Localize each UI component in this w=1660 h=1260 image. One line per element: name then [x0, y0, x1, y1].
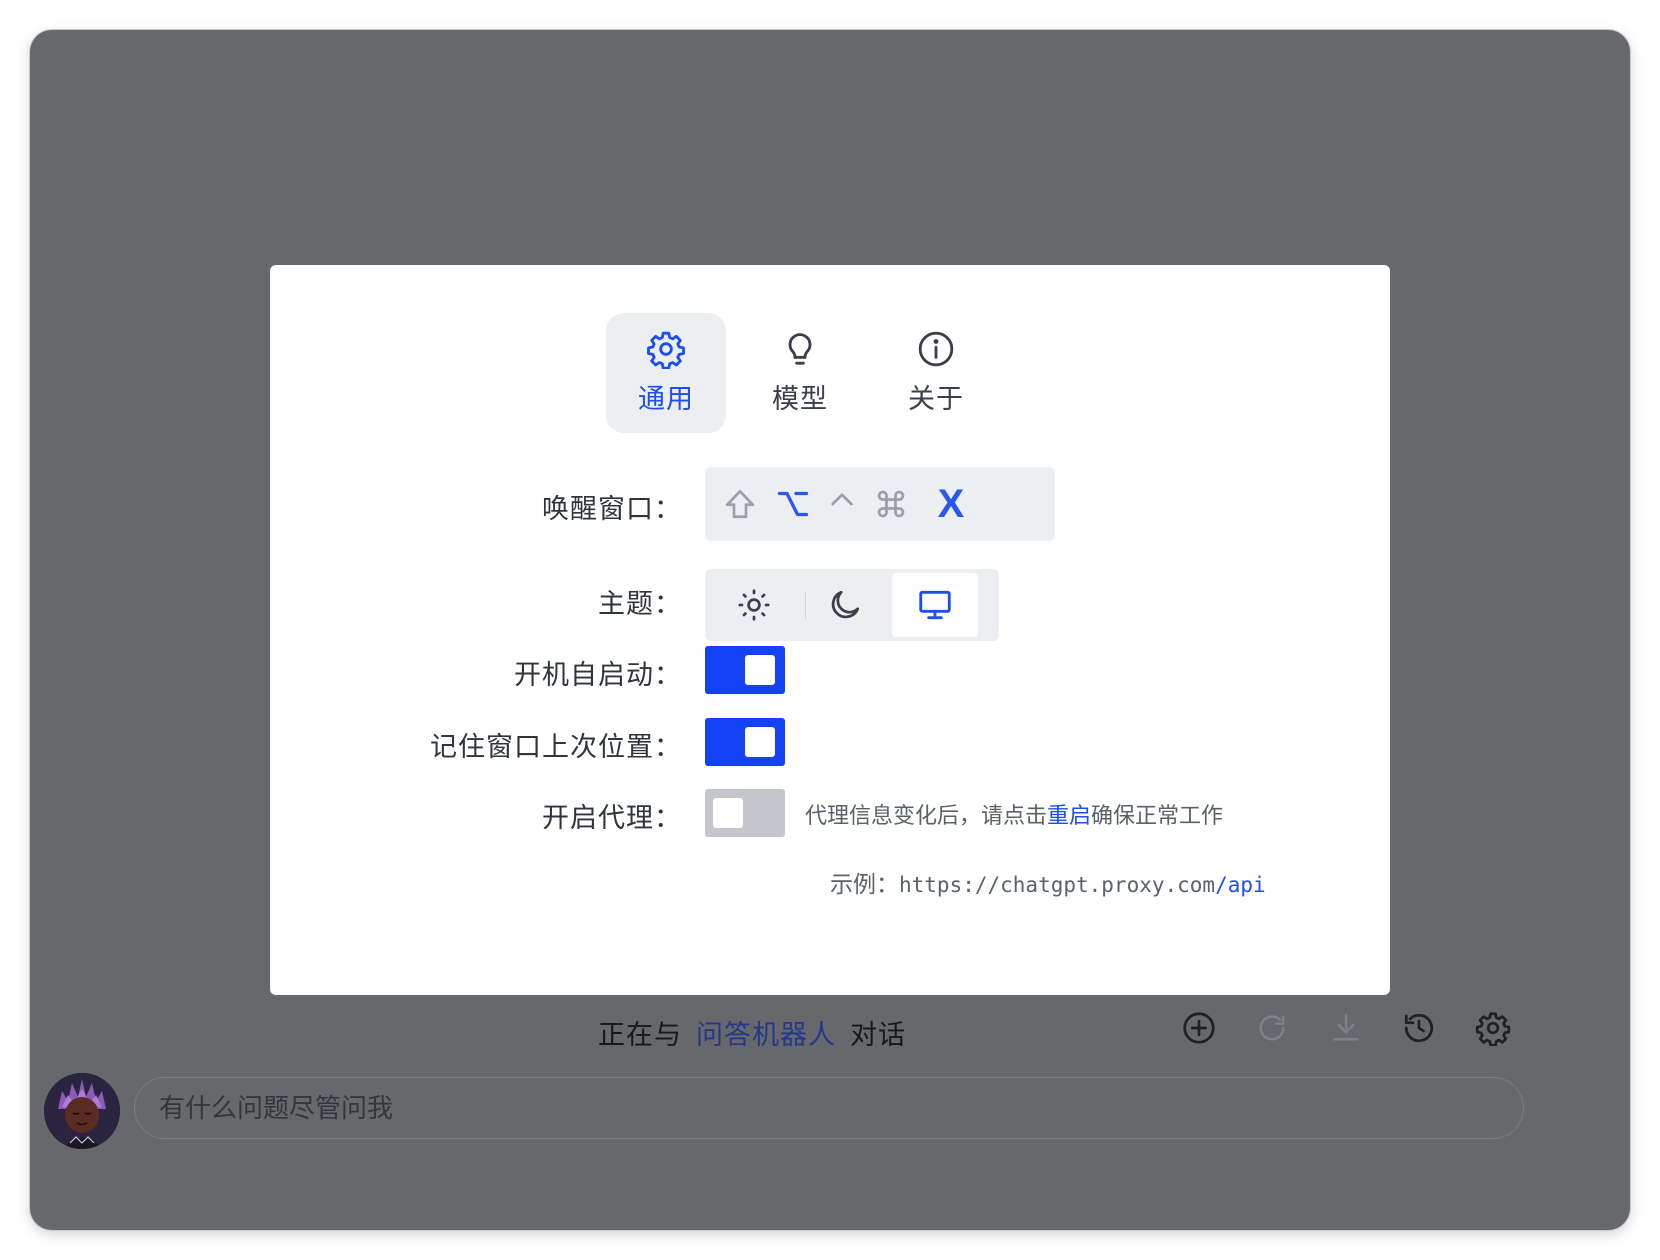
autostart-label: 开机自启动： [514, 660, 682, 690]
proxy-hint: 代理信息变化后，请点击重启确保正常工作 [805, 798, 1223, 830]
tab-general[interactable]: 通用 [606, 313, 726, 433]
new-chat-button[interactable] [1179, 1008, 1219, 1048]
example-url: https://chatgpt.proxy.com [899, 873, 1216, 897]
proxy-toggle[interactable] [705, 789, 785, 837]
chat-input[interactable] [134, 1077, 1524, 1139]
proxy-example: 示例：https://chatgpt.proxy.com/api [830, 865, 1266, 899]
toggle-knob [745, 655, 775, 685]
shortcut-recorder[interactable]: X [705, 467, 1055, 541]
monitor-icon [919, 590, 951, 620]
restart-link[interactable]: 重启 [1047, 803, 1091, 828]
shift-key-icon [721, 467, 759, 541]
add-icon [1183, 1012, 1215, 1044]
theme-selector [705, 569, 999, 641]
tab-label: 模型 [772, 384, 828, 414]
control-key-icon [825, 467, 859, 541]
shortcut-key-letter: X [937, 481, 965, 526]
autostart-toggle[interactable] [705, 646, 785, 694]
gear-icon [647, 331, 685, 369]
remember-position-toggle[interactable] [705, 718, 785, 766]
tab-model[interactable]: 模型 [740, 313, 860, 433]
status-suffix: 对话 [850, 1020, 906, 1050]
option-key-icon [773, 467, 813, 541]
status-prefix: 正在与 [598, 1020, 682, 1050]
toggle-knob [745, 727, 775, 757]
toggle-knob [713, 798, 743, 828]
proxy-hint-prefix: 代理信息变化后，请点击 [805, 803, 1048, 828]
moon-icon [831, 590, 860, 619]
info-icon [918, 331, 954, 367]
tab-label: 关于 [908, 384, 964, 414]
tab-about[interactable]: 关于 [876, 313, 996, 433]
theme-label: 主题： [598, 589, 682, 619]
tab-label: 通用 [638, 384, 694, 414]
history-button[interactable] [1399, 1008, 1439, 1048]
history-icon [1404, 1013, 1434, 1043]
theme-dark-option[interactable] [800, 573, 890, 637]
proxy-label: 开启代理： [542, 803, 682, 833]
avatar-illustration [44, 1073, 120, 1149]
chat-status: 正在与 问答机器人 对话 [598, 1013, 906, 1052]
settings-button[interactable] [1473, 1008, 1513, 1048]
remember-position-label: 记住窗口上次位置： [430, 732, 682, 762]
settings-modal: 通用 模型 关于 唤醒窗口： X 主题： 开机自启动： 记住窗口上次位置： 开启… [270, 265, 1390, 995]
refresh-icon [1259, 1015, 1285, 1041]
bot-name[interactable]: 问答机器人 [696, 1020, 836, 1050]
refresh-button[interactable] [1252, 1008, 1292, 1048]
wake-window-label: 唤醒窗口： [542, 494, 682, 524]
lightbulb-icon [788, 333, 812, 365]
app-window: 通用 模型 关于 唤醒窗口： X 主题： 开机自启动： 记住窗口上次位置： 开启… [30, 30, 1630, 1230]
proxy-hint-suffix: 确保正常工作 [1091, 803, 1224, 828]
download-button[interactable] [1326, 1008, 1366, 1048]
sun-icon [738, 589, 770, 621]
command-key-icon [871, 467, 911, 541]
example-path: /api [1215, 873, 1266, 897]
download-icon [1333, 1013, 1359, 1041]
theme-system-option[interactable] [892, 573, 978, 637]
avatar[interactable] [44, 1073, 120, 1149]
theme-light-option[interactable] [709, 573, 799, 637]
gear-icon [1475, 1012, 1511, 1046]
example-label: 示例： [830, 871, 899, 897]
